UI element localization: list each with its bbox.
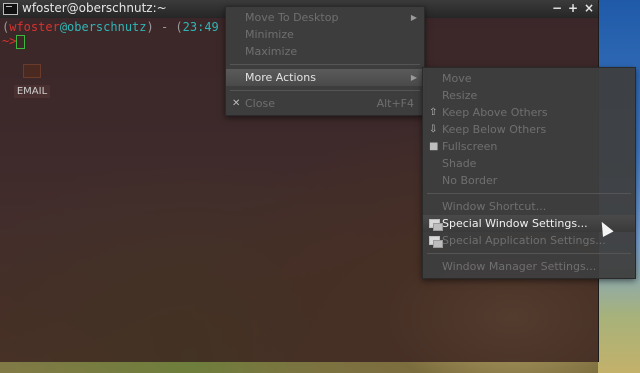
prompt-symbol: ~> — [2, 34, 17, 48]
terminal-icon[interactable] — [3, 3, 18, 15]
menu-item-resize[interactable]: Resize — [423, 87, 635, 104]
menu-item-window-shortcut[interactable]: Window Shortcut... — [423, 198, 635, 215]
fullscreen-icon: ■ — [429, 141, 439, 152]
menu-item-move[interactable]: Move — [423, 70, 635, 87]
menu-item-more-actions[interactable]: More Actions ▶ — [226, 69, 424, 86]
menu-separator — [427, 253, 631, 254]
prompt-separator: ) - ( — [146, 20, 183, 34]
email-icon — [23, 64, 41, 78]
prompt-user: wfoster — [9, 20, 60, 34]
minimize-button[interactable]: − — [550, 0, 564, 16]
menu-item-move-to-desktop[interactable]: Move To Desktop ▶ — [226, 9, 424, 26]
window-operations-menu: Move To Desktop ▶ Minimize Maximize More … — [225, 6, 425, 116]
terminal-output[interactable]: (wfoster@oberschnutz) - (23:49 ~> — [2, 20, 219, 49]
menu-item-window-manager-settings[interactable]: Window Manager Settings... — [423, 258, 635, 275]
menu-item-no-border[interactable]: No Border — [423, 172, 635, 189]
menu-item-shade[interactable]: Shade — [423, 155, 635, 172]
menu-item-minimize[interactable]: Minimize — [226, 26, 424, 43]
keep-below-icon: ⇩ — [429, 124, 438, 135]
close-button[interactable]: × — [582, 0, 596, 16]
menu-separator — [230, 64, 420, 65]
window-title: wfoster@oberschnutz:~ — [22, 1, 167, 15]
window-settings-icon — [429, 219, 443, 231]
shortcut-label: Alt+F4 — [376, 97, 414, 110]
text-cursor — [16, 34, 26, 49]
menu-separator — [427, 193, 631, 194]
menu-item-fullscreen[interactable]: ■ Fullscreen — [423, 138, 635, 155]
prompt-time: 23:49 — [182, 20, 219, 34]
app-settings-icon — [429, 236, 443, 248]
keep-above-icon: ⇧ — [429, 107, 438, 118]
desktop-icon-label: EMAIL — [13, 85, 51, 98]
close-icon: ✕ — [232, 98, 241, 109]
menu-item-close[interactable]: ✕ Close Alt+F4 — [226, 95, 424, 112]
menu-separator — [230, 90, 420, 91]
menu-item-keep-below-others[interactable]: ⇩ Keep Below Others — [423, 121, 635, 138]
menu-item-maximize[interactable]: Maximize — [226, 43, 424, 60]
desktop-icon-email[interactable]: EMAIL — [12, 64, 52, 98]
prompt-host: @oberschnutz — [59, 20, 147, 34]
submenu-arrow-icon: ▶ — [410, 13, 417, 22]
menu-item-keep-above-others[interactable]: ⇧ Keep Above Others — [423, 104, 635, 121]
maximize-button[interactable]: + — [566, 0, 580, 16]
submenu-arrow-icon: ▶ — [410, 73, 417, 82]
more-actions-submenu: Move Resize ⇧ Keep Above Others ⇩ Keep Bel… — [422, 67, 636, 279]
